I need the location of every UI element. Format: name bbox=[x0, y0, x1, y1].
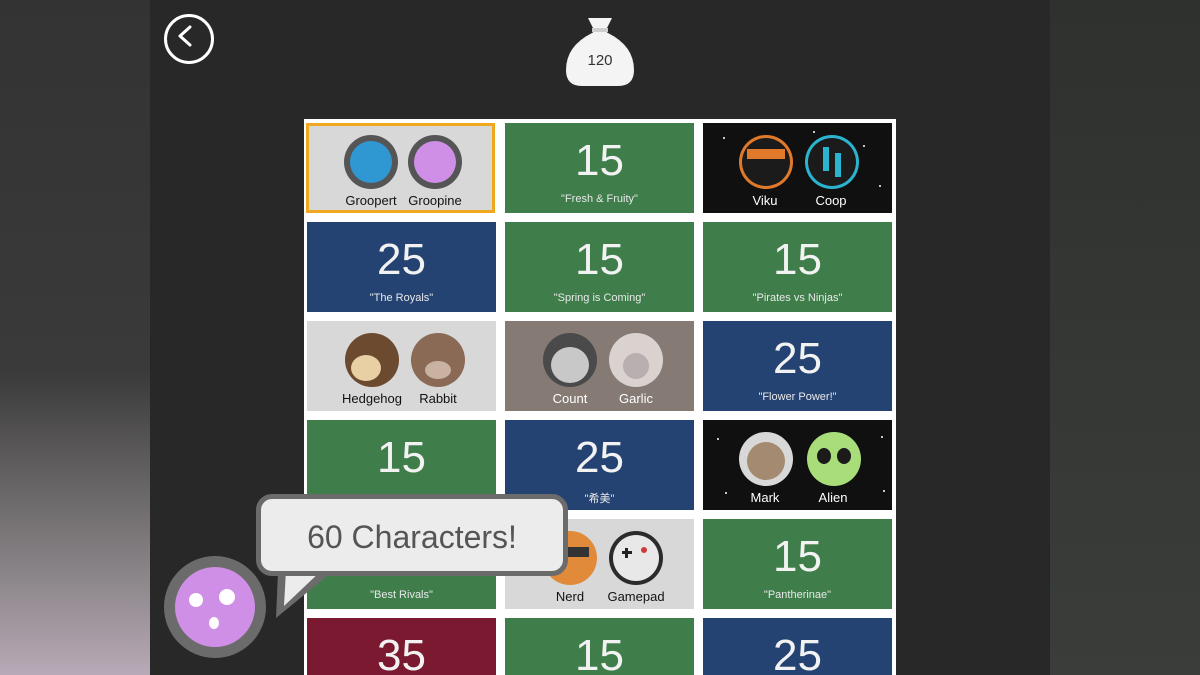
left-backdrop bbox=[0, 0, 150, 675]
pack-name: "Pirates vs Ninjas" bbox=[752, 292, 843, 304]
gamepad-avatar bbox=[609, 531, 663, 585]
pack-price: 15 bbox=[377, 433, 426, 482]
speech-bubble: 60 Characters! bbox=[256, 494, 568, 576]
groopine-avatar bbox=[408, 135, 462, 189]
pack-price: 15 bbox=[575, 235, 624, 284]
pack-name: "Flower Power!" bbox=[758, 391, 837, 403]
character-name: Groopine bbox=[408, 193, 462, 208]
pack-tile[interactable]: 15 "Pirates vs Ninjas" bbox=[703, 222, 892, 312]
pack-tile[interactable]: 15 bbox=[505, 618, 694, 675]
back-button[interactable] bbox=[164, 14, 214, 64]
pack-tile[interactable]: 25 bbox=[703, 618, 892, 675]
count-avatar bbox=[543, 333, 597, 387]
pack-name: "Fresh & Fruity" bbox=[561, 193, 638, 205]
pack-tile[interactable]: 15 "Fresh & Fruity" bbox=[505, 123, 694, 213]
pack-price: 15 bbox=[773, 532, 822, 581]
character-name: Coop bbox=[815, 193, 847, 208]
pack-price: 25 bbox=[377, 235, 426, 284]
groopine-mascot-icon bbox=[175, 567, 255, 647]
character-name: Rabbit bbox=[419, 391, 457, 406]
tile-hedgehog-rabbit[interactable]: Hedgehog Rabbit bbox=[307, 321, 496, 411]
character-count-text: 60 Characters! bbox=[307, 519, 517, 555]
tile-count-garlic[interactable]: Count Garlic bbox=[505, 321, 694, 411]
viku-avatar bbox=[739, 135, 793, 189]
right-backdrop bbox=[1050, 0, 1200, 675]
coin-count: 120 bbox=[587, 52, 613, 69]
character-name: Gamepad bbox=[607, 589, 665, 604]
tile-mark-alien[interactable]: Mark Alien bbox=[703, 420, 892, 510]
alien-avatar bbox=[807, 432, 861, 486]
tile-viku-coop[interactable]: Viku Coop bbox=[703, 123, 892, 213]
pack-price: 25 bbox=[773, 334, 822, 383]
pack-tile[interactable]: 15 "Pantherinae" bbox=[703, 519, 892, 609]
pack-tile[interactable]: 15 "Spring is Coming" bbox=[505, 222, 694, 312]
pack-name: "Spring is Coming" bbox=[553, 292, 646, 304]
character-name: Garlic bbox=[619, 391, 653, 406]
mark-avatar bbox=[739, 432, 793, 486]
pack-price: 15 bbox=[575, 631, 624, 675]
rabbit-avatar bbox=[411, 333, 465, 387]
pack-tile[interactable]: 35 bbox=[307, 618, 496, 675]
pack-price: 15 bbox=[575, 136, 624, 185]
character-shop-grid: Groopert Groopine 15 "Fresh & Fruity" Vi… bbox=[304, 119, 896, 675]
pack-name: "Pantherinae" bbox=[763, 589, 832, 601]
pack-tile[interactable]: 25 "The Royals" bbox=[307, 222, 496, 312]
coop-avatar bbox=[805, 135, 859, 189]
garlic-avatar bbox=[609, 333, 663, 387]
pack-price: 25 bbox=[575, 433, 624, 482]
pack-price: 15 bbox=[773, 235, 822, 284]
tile-groopert-groopine[interactable]: Groopert Groopine bbox=[306, 123, 495, 213]
pack-price: 25 bbox=[773, 631, 822, 675]
character-name: Alien bbox=[818, 490, 848, 505]
speech-bubble-tail bbox=[276, 570, 332, 618]
pack-tile[interactable]: 25 "Flower Power!" bbox=[703, 321, 892, 411]
hedgehog-avatar bbox=[345, 333, 399, 387]
pack-price: 35 bbox=[377, 631, 426, 675]
groopert-avatar bbox=[344, 135, 398, 189]
pack-name: "The Royals" bbox=[369, 292, 434, 304]
chevron-left-icon bbox=[178, 25, 192, 47]
